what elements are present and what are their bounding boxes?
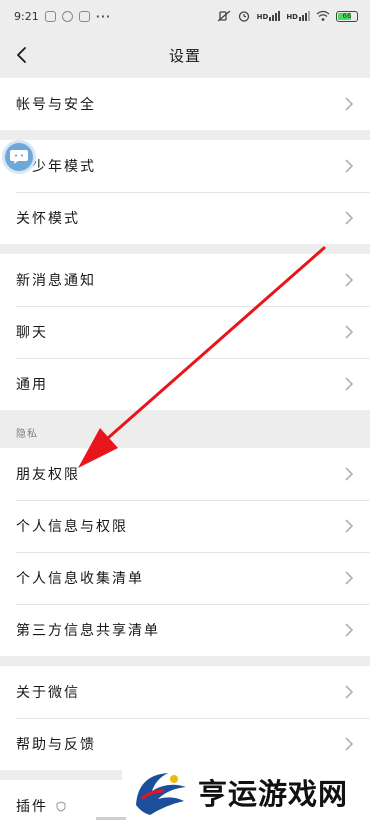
row-chat[interactable]: 聊天 xyxy=(0,306,370,358)
status-bar: 9:21 ··· HD HD 66 xyxy=(0,0,370,32)
row-new-message-notification[interactable]: 新消息通知 xyxy=(0,254,370,306)
group-about: 关于微信 帮助与反馈 xyxy=(0,666,370,770)
row-label: 帐号与安全 xyxy=(16,97,96,113)
mute-icon xyxy=(217,10,231,22)
status-time: 9:21 xyxy=(14,9,39,23)
chevron-right-icon xyxy=(345,623,354,637)
row-personal-info-collection[interactable]: 个人信息收集清单 xyxy=(0,552,370,604)
watermark: 亨运游戏网 xyxy=(122,762,370,822)
gap xyxy=(0,656,370,666)
row-label: 朋友权限 xyxy=(16,467,80,483)
row-left: 插件 xyxy=(16,796,66,816)
chevron-right-icon xyxy=(345,211,354,225)
hd-label-2: HD xyxy=(286,13,298,21)
row-teen-mode[interactable]: 青少年模式 xyxy=(0,140,370,192)
chevron-right-icon xyxy=(345,685,354,699)
home-indicator xyxy=(96,817,126,820)
row-label: 聊天 xyxy=(16,325,48,341)
chevron-right-icon xyxy=(345,737,354,751)
chevron-right-icon xyxy=(345,467,354,481)
battery-icon: 66 xyxy=(336,10,358,22)
shield-icon xyxy=(56,800,66,812)
row-label: 帮助与反馈 xyxy=(16,737,96,753)
row-label: 关怀模式 xyxy=(16,211,80,227)
nav-bar: 设置 xyxy=(0,32,370,78)
row-label: 新消息通知 xyxy=(16,273,96,289)
row-label: 插件 xyxy=(16,799,48,815)
section-label-privacy: 隐私 xyxy=(16,429,38,440)
alarm-icon xyxy=(238,11,249,22)
chevron-right-icon xyxy=(345,97,354,111)
chevron-right-icon xyxy=(345,571,354,585)
watermark-text: 亨运游戏网 xyxy=(198,777,349,811)
chevron-right-icon xyxy=(345,325,354,339)
battery-level: 66 xyxy=(342,12,352,20)
back-arrow-icon[interactable] xyxy=(12,44,34,66)
row-friend-permissions[interactable]: 朋友权限 xyxy=(0,448,370,500)
group-modes: 青少年模式 关怀模式 xyxy=(0,140,370,244)
row-general[interactable]: 通用 xyxy=(0,358,370,410)
status-left: 9:21 ··· xyxy=(14,10,111,23)
wifi-icon xyxy=(316,10,330,21)
group-privacy: 朋友权限 个人信息与权限 个人信息收集清单 第三方信息共享清单 xyxy=(0,448,370,656)
row-label: 第三方信息共享清单 xyxy=(16,623,160,639)
watermark-logo xyxy=(136,773,186,815)
status-right: HD HD 66 xyxy=(217,10,358,22)
row-label: 个人信息收集清单 xyxy=(16,571,144,587)
row-care-mode[interactable]: 关怀模式 xyxy=(0,192,370,244)
row-account-security[interactable]: 帐号与安全 xyxy=(0,78,370,130)
chevron-right-icon xyxy=(345,519,354,533)
chevron-right-icon xyxy=(345,159,354,173)
floating-assistant-bubble[interactable] xyxy=(2,140,36,174)
row-about-wechat[interactable]: 关于微信 xyxy=(0,666,370,718)
row-third-party-sharing[interactable]: 第三方信息共享清单 xyxy=(0,604,370,656)
app-icon-1 xyxy=(44,10,56,22)
row-label: 个人信息与权限 xyxy=(16,519,128,535)
signal-icon-2: HD xyxy=(286,11,310,21)
app-icon-3 xyxy=(78,10,90,22)
row-label: 关于微信 xyxy=(16,685,80,701)
gap xyxy=(0,130,370,140)
chevron-right-icon xyxy=(345,273,354,287)
row-personal-info-permissions[interactable]: 个人信息与权限 xyxy=(0,500,370,552)
chevron-right-icon xyxy=(345,377,354,391)
group-general: 新消息通知 聊天 通用 xyxy=(0,254,370,410)
hd-label-1: HD xyxy=(256,13,269,21)
signal-icon-1: HD xyxy=(257,11,281,21)
gap xyxy=(0,244,370,254)
group-account: 帐号与安全 xyxy=(0,78,370,130)
app-icon-2 xyxy=(61,10,73,22)
row-label: 通用 xyxy=(16,377,48,393)
page-title: 设置 xyxy=(168,46,201,65)
chat-bubble-icon xyxy=(10,150,28,164)
more-dots: ··· xyxy=(95,9,112,23)
